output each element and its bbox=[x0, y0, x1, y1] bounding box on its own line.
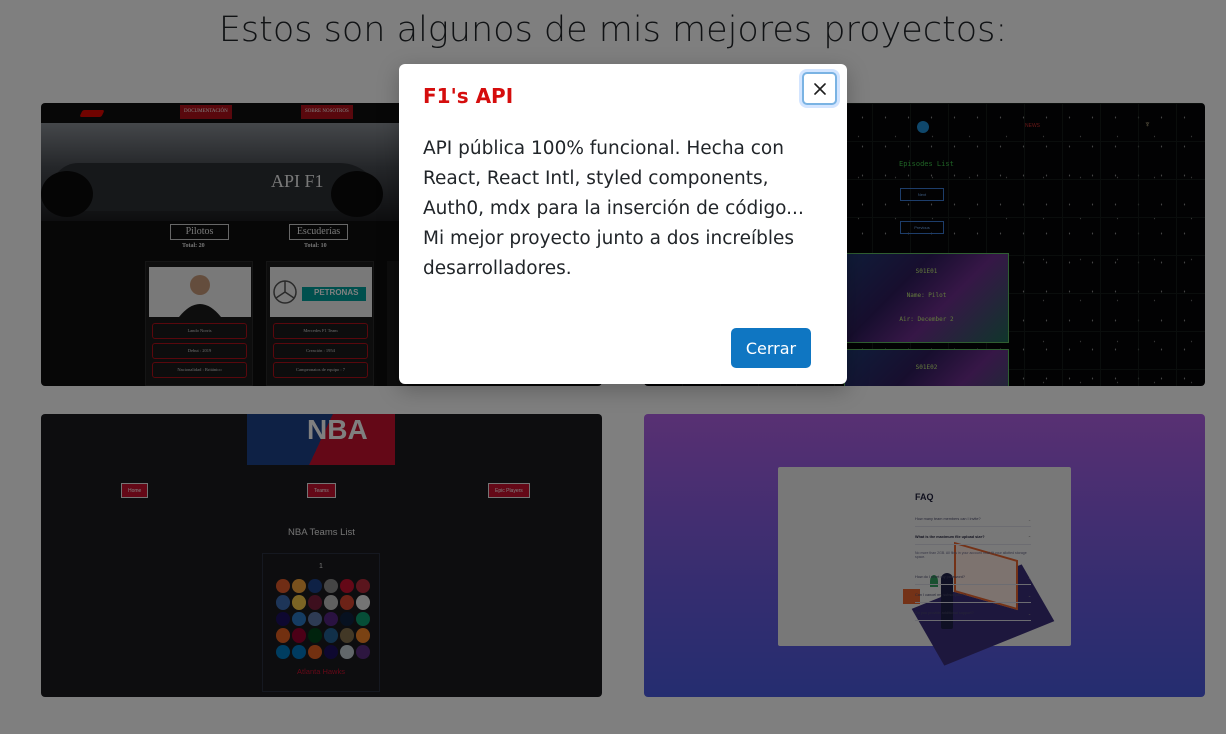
project-modal: F1's API API pública 100% funcional. Hec… bbox=[399, 64, 847, 384]
close-button[interactable] bbox=[802, 72, 837, 105]
modal-body: API pública 100% funcional. Hecha con Re… bbox=[423, 138, 804, 279]
modal-title: F1's API bbox=[423, 84, 514, 108]
close-icon bbox=[814, 83, 826, 95]
cerrar-button[interactable]: Cerrar bbox=[731, 328, 811, 368]
